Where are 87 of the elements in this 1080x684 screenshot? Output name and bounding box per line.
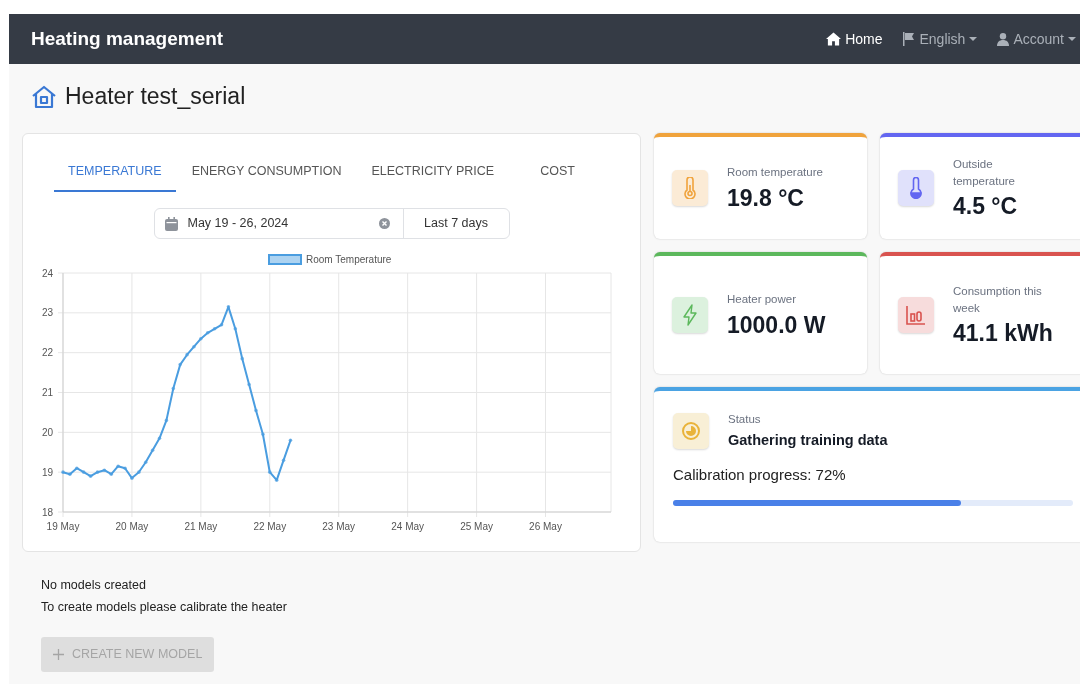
person-icon xyxy=(997,32,1010,46)
axis-tick-label: 24 xyxy=(41,267,53,279)
thermometer-icon xyxy=(682,176,698,199)
nav-link[interactable]: Home xyxy=(826,28,883,50)
stat-label: Consumption this week xyxy=(953,283,1043,316)
data-point xyxy=(115,464,120,469)
data-point xyxy=(136,470,141,475)
data-point xyxy=(226,305,230,309)
tab[interactable]: TEMPERATURE xyxy=(54,153,176,193)
date-range-picker[interactable]: May 19 - 26, 2024 Last 7 days xyxy=(153,208,510,240)
home-icon xyxy=(31,83,57,110)
axis-tick-label: 20 May xyxy=(115,521,148,533)
data-point xyxy=(95,470,99,475)
tab[interactable]: COST xyxy=(510,153,609,193)
stat-value: 4.5 °C xyxy=(953,194,1019,220)
flag-icon xyxy=(902,32,916,46)
clock-icon xyxy=(682,422,700,441)
stat-label: Heater power xyxy=(727,292,798,308)
dropdown-toggle-link[interactable]: English xyxy=(902,28,978,50)
data-point xyxy=(67,472,72,477)
data-point xyxy=(150,448,154,453)
models-message: No models created xyxy=(41,576,147,594)
data-point xyxy=(143,460,147,465)
stat-value: 19.8 °C xyxy=(727,185,805,211)
data-point xyxy=(267,470,272,475)
tab[interactable]: ENERGY CONSUMPTION xyxy=(177,153,356,193)
data-point xyxy=(191,345,196,349)
data-point xyxy=(246,383,251,387)
thermometer-icon xyxy=(909,176,923,199)
models-hint: To create models please calibrate the heater xyxy=(41,599,288,617)
data-point xyxy=(81,470,85,475)
lightning-icon xyxy=(683,303,697,326)
data-point xyxy=(108,472,113,477)
axis-tick-label: 23 xyxy=(41,307,53,319)
axis-tick-label: 22 May xyxy=(252,521,286,533)
data-point xyxy=(205,331,210,335)
data-point xyxy=(233,327,237,331)
clear-icon xyxy=(378,218,390,230)
data-point xyxy=(184,353,189,357)
tab[interactable]: ELECTRICITY PRICE xyxy=(357,153,509,193)
axis-tick-label: 26 May xyxy=(528,521,562,533)
data-point xyxy=(122,466,127,471)
data-point xyxy=(274,478,278,483)
data-point xyxy=(219,323,223,327)
axis-tick-label: 24 May xyxy=(390,521,424,533)
data-point xyxy=(157,436,161,441)
stat-value: 1000.0 W xyxy=(727,312,826,338)
app-title: Heating management xyxy=(31,26,224,51)
dropdown-toggle-link[interactable]: Account xyxy=(997,28,1076,50)
data-point xyxy=(129,476,134,481)
status-label: Status xyxy=(728,411,762,427)
stat-label: Room temperature xyxy=(727,165,823,181)
axis-tick-label: 25 May xyxy=(459,521,493,533)
data-point xyxy=(212,327,216,331)
data-point xyxy=(74,466,79,471)
legend-swatch xyxy=(267,254,302,266)
data-point xyxy=(88,474,92,479)
data-point xyxy=(198,337,203,341)
data-point xyxy=(164,418,168,423)
home-icon xyxy=(826,32,842,46)
progress-label: Calibration progress: 72% xyxy=(673,464,847,485)
status-value: Gathering training data xyxy=(728,430,888,450)
axis-tick-label: 21 May xyxy=(183,521,217,533)
bar-chart-icon xyxy=(906,304,926,325)
axis-tick-label: 23 May xyxy=(321,521,355,533)
axis-tick-label: 20 xyxy=(41,427,53,439)
data-point xyxy=(171,387,175,391)
data-point xyxy=(260,432,265,437)
data-point xyxy=(253,408,258,413)
preset-button[interactable]: Last 7 days xyxy=(402,209,509,239)
page-title: Heater test_serial xyxy=(65,83,246,111)
data-point xyxy=(60,470,65,475)
calendar-icon xyxy=(164,216,178,231)
data-point xyxy=(288,438,292,443)
axis-tick-label: 19 May xyxy=(46,521,79,533)
stat-label: Outside temperature xyxy=(953,156,1016,189)
data-point xyxy=(281,458,285,463)
axis-tick-label: 21 xyxy=(41,387,53,399)
plus-icon xyxy=(53,648,64,660)
data-point xyxy=(239,357,244,361)
axis-tick-label: 22 xyxy=(41,347,53,359)
stat-value: 41.1 kWh xyxy=(953,321,1054,347)
data-point xyxy=(102,468,106,473)
axis-tick-label: 19 xyxy=(41,467,53,478)
data-point xyxy=(177,363,182,367)
legend-label: Room Temperature xyxy=(305,254,391,266)
axis-tick-label: 18 xyxy=(41,506,53,518)
